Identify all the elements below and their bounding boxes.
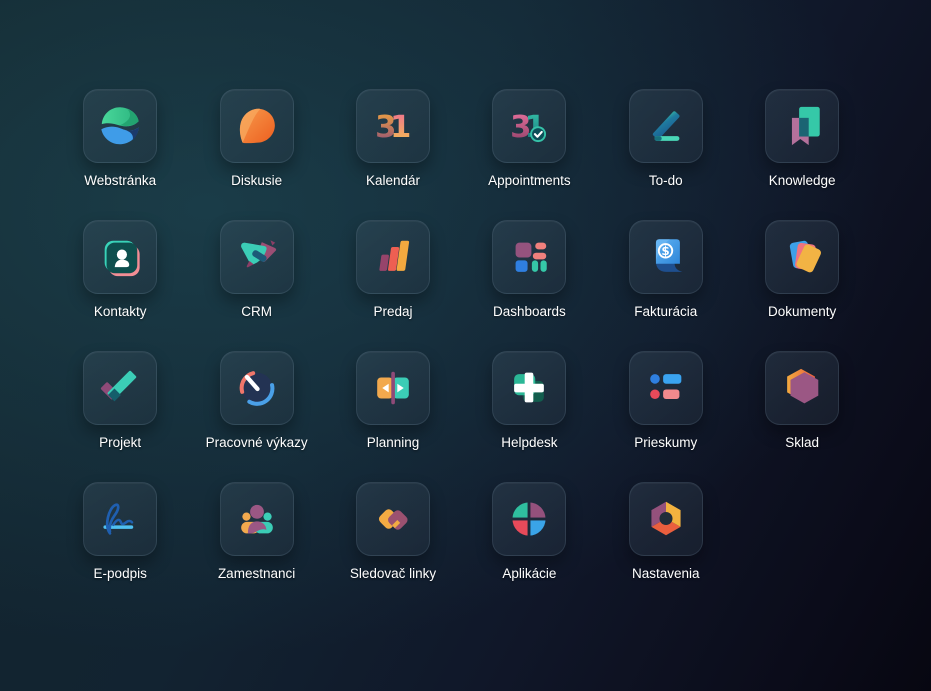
app-tile-contacts[interactable] — [83, 220, 157, 294]
calendar-icon: 3 1 — [370, 103, 416, 149]
app-label: Knowledge — [769, 173, 836, 189]
tracker-icon — [370, 496, 416, 542]
app-tile-documents[interactable] — [765, 220, 839, 294]
app-label: Diskusie — [231, 173, 282, 189]
helpdesk-icon — [506, 365, 552, 411]
app-label: Webstránka — [84, 173, 156, 189]
app-label: Predaj — [373, 304, 412, 320]
app-label: E-podpis — [94, 566, 147, 582]
app-project[interactable]: Projekt — [52, 351, 188, 482]
app-label: Aplikácie — [502, 566, 556, 582]
app-tile-surveys[interactable] — [629, 351, 703, 425]
app-surveys[interactable]: Prieskumy — [598, 351, 734, 482]
app-grid: Webstránka Diskusie 3 1 Kalendár 3 1 App… — [0, 0, 931, 613]
app-grid-row: E-podpis Zamestnanci Sledovač linky Apli… — [52, 482, 931, 613]
app-tile-planning[interactable] — [356, 351, 430, 425]
planning-icon — [370, 365, 416, 411]
app-tile-timesheets[interactable] — [220, 351, 294, 425]
app-tile-appointments[interactable]: 3 1 — [492, 89, 566, 163]
app-grid-row: Webstránka Diskusie 3 1 Kalendár 3 1 App… — [52, 89, 931, 220]
app-sales[interactable]: Predaj — [325, 220, 461, 351]
app-documents[interactable]: Dokumenty — [734, 220, 870, 351]
app-label: Projekt — [99, 435, 141, 451]
dashboards-icon — [506, 234, 552, 280]
app-label: Dokumenty — [768, 304, 836, 320]
app-tile-settings[interactable] — [629, 482, 703, 556]
invoicing-icon: $ — [643, 234, 689, 280]
app-website[interactable]: Webstránka — [52, 89, 188, 220]
app-tile-knowledge[interactable] — [765, 89, 839, 163]
app-apps[interactable]: Aplikácie — [461, 482, 597, 613]
app-knowledge[interactable]: Knowledge — [734, 89, 870, 220]
app-label: Kontakty — [94, 304, 147, 320]
app-tile-crm[interactable] — [220, 220, 294, 294]
sales-icon — [370, 234, 416, 280]
app-tile-tracker[interactable] — [356, 482, 430, 556]
app-label: To-do — [649, 173, 683, 189]
app-label: Kalendár — [366, 173, 420, 189]
sign-icon — [97, 496, 143, 542]
app-tile-invoicing[interactable]: $ — [629, 220, 703, 294]
app-contacts[interactable]: Kontakty — [52, 220, 188, 351]
app-employees[interactable]: Zamestnanci — [188, 482, 324, 613]
app-dashboards[interactable]: Dashboards — [461, 220, 597, 351]
app-calendar[interactable]: 3 1 Kalendár — [325, 89, 461, 220]
app-inventory[interactable]: Sklad — [734, 351, 870, 482]
apps-icon — [506, 496, 552, 542]
appointments-icon: 3 1 — [506, 103, 552, 149]
svg-text:1: 1 — [390, 110, 411, 145]
timesheets-icon — [234, 365, 280, 411]
app-tile-todo[interactable] — [629, 89, 703, 163]
app-label: Sklad — [785, 435, 819, 451]
app-tile-helpdesk[interactable] — [492, 351, 566, 425]
svg-text:$: $ — [661, 244, 669, 258]
app-label: Sledovač linky — [350, 566, 436, 582]
app-tile-apps[interactable] — [492, 482, 566, 556]
app-settings[interactable]: Nastavenia — [598, 482, 734, 613]
app-tile-project[interactable] — [83, 351, 157, 425]
knowledge-icon — [779, 103, 825, 149]
website-icon — [97, 103, 143, 149]
app-label: Appointments — [488, 173, 571, 189]
app-tile-sign[interactable] — [83, 482, 157, 556]
app-grid-row: Projekt Pracovné výkazy Planning Helpdes… — [52, 351, 931, 482]
app-helpdesk[interactable]: Helpdesk — [461, 351, 597, 482]
app-tile-sales[interactable] — [356, 220, 430, 294]
app-todo[interactable]: To-do — [598, 89, 734, 220]
employees-icon — [234, 496, 280, 542]
app-planning[interactable]: Planning — [325, 351, 461, 482]
app-crm[interactable]: CRM — [188, 220, 324, 351]
app-tile-dashboards[interactable] — [492, 220, 566, 294]
app-label: Nastavenia — [632, 566, 700, 582]
discuss-icon — [234, 103, 280, 149]
app-label: Prieskumy — [634, 435, 697, 451]
app-label: Zamestnanci — [218, 566, 295, 582]
app-label: Helpdesk — [501, 435, 557, 451]
app-tile-inventory[interactable] — [765, 351, 839, 425]
app-tracker[interactable]: Sledovač linky — [325, 482, 461, 613]
app-label: Pracovné výkazy — [206, 435, 308, 451]
app-discuss[interactable]: Diskusie — [188, 89, 324, 220]
contacts-icon — [97, 234, 143, 280]
app-appointments[interactable]: 3 1 Appointments — [461, 89, 597, 220]
project-icon — [97, 365, 143, 411]
inventory-icon — [779, 365, 825, 411]
app-timesheets[interactable]: Pracovné výkazy — [188, 351, 324, 482]
app-label: Dashboards — [493, 304, 566, 320]
app-sign[interactable]: E-podpis — [52, 482, 188, 613]
app-tile-website[interactable] — [83, 89, 157, 163]
documents-icon — [779, 234, 825, 280]
crm-icon — [234, 234, 280, 280]
app-tile-discuss[interactable] — [220, 89, 294, 163]
app-label: Fakturácia — [634, 304, 697, 320]
app-label: Planning — [367, 435, 420, 451]
app-invoicing[interactable]: $ Fakturácia — [598, 220, 734, 351]
app-grid-row: Kontakty CRM Predaj Dashboards $ Fakturá… — [52, 220, 931, 351]
app-label: CRM — [241, 304, 272, 320]
surveys-icon — [643, 365, 689, 411]
app-tile-calendar[interactable]: 3 1 — [356, 89, 430, 163]
todo-icon — [643, 103, 689, 149]
app-tile-employees[interactable] — [220, 482, 294, 556]
settings-icon — [643, 496, 689, 542]
